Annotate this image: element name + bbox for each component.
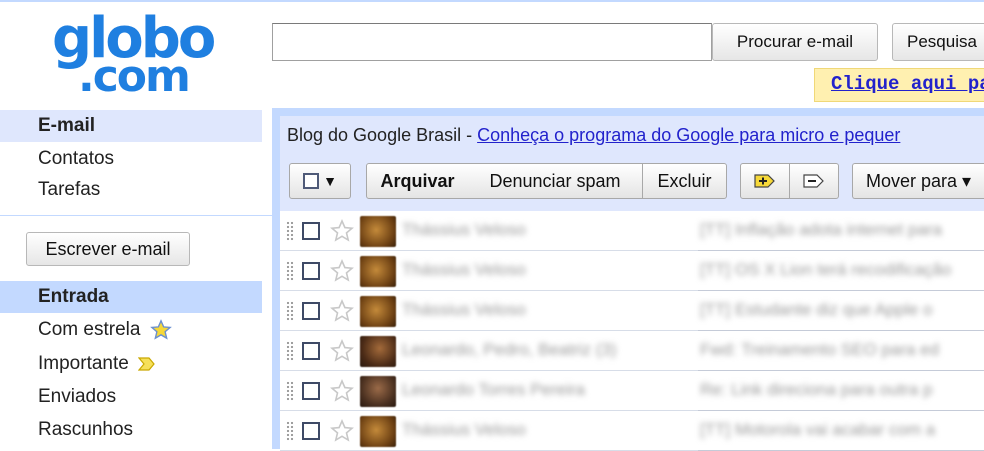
- web-clip-link[interactable]: Conheça o programa do Google para micro …: [477, 125, 900, 145]
- mark-important-icon: [754, 174, 775, 188]
- message-checkbox[interactable]: [302, 382, 320, 400]
- folder-sent[interactable]: Enviados: [0, 381, 262, 413]
- sidebar-divider: [0, 215, 272, 216]
- message-subject: [TT] OS X Lion terá recodificação: [700, 260, 952, 279]
- search-mail-button[interactable]: Procurar e-mail: [712, 23, 878, 61]
- message-sender: Thássius Veloso: [402, 300, 526, 319]
- avatar: [360, 336, 396, 367]
- drag-handle-icon[interactable]: [286, 421, 294, 441]
- star-outline-icon[interactable]: [330, 219, 354, 243]
- report-spam-button[interactable]: Denunciar spam: [468, 163, 643, 199]
- message-sender: Thássius Veloso: [402, 260, 526, 279]
- folder-starred[interactable]: Com estrela: [0, 314, 262, 346]
- important-marker-icon: [138, 357, 155, 371]
- message-checkbox[interactable]: [302, 262, 320, 280]
- avatar: [360, 416, 396, 447]
- message-subject: [TT] Inflação adota internet para: [700, 220, 942, 239]
- folder-important[interactable]: Importante: [0, 348, 262, 380]
- nav-contacts[interactable]: Contatos: [0, 143, 262, 175]
- avatar: [360, 256, 396, 287]
- star-outline-icon[interactable]: [330, 339, 354, 363]
- not-important-icon: [803, 174, 824, 188]
- message-checkbox[interactable]: [302, 422, 320, 440]
- message-row[interactable]: Thássius Veloso [TT] Motorola vai acabar …: [280, 411, 984, 451]
- globo-logo[interactable]: globo .com: [50, 8, 216, 104]
- avatar: [360, 296, 396, 327]
- mark-important-button[interactable]: [740, 163, 790, 199]
- message-row[interactable]: Thássius Veloso [TT] Estudante diz que Ap…: [280, 291, 984, 331]
- message-sender: Leonardo Torres Pereira: [402, 380, 586, 399]
- drag-handle-icon[interactable]: [286, 301, 294, 321]
- message-sender: Thássius Veloso: [402, 220, 526, 239]
- logo-text-com: .com: [78, 51, 191, 102]
- star-outline-icon[interactable]: [330, 379, 354, 403]
- promo-link[interactable]: Clique aqui par: [814, 68, 984, 102]
- message-checkbox[interactable]: [302, 302, 320, 320]
- archive-button[interactable]: Arquivar: [366, 163, 469, 199]
- message-subject: Fwd: Treinamento SEO para ed: [700, 340, 940, 359]
- search-web-button[interactable]: Pesquisa: [892, 23, 984, 61]
- message-row[interactable]: Leonardo Torres Pereira Re: Link direcion…: [280, 371, 984, 411]
- folder-drafts[interactable]: Rascunhos: [0, 414, 262, 446]
- message-subject: Re: Link direciona para outra p: [700, 380, 933, 399]
- folder-inbox[interactable]: Entrada: [0, 281, 262, 313]
- message-subject: [TT] Motorola vai acabar com a: [700, 420, 936, 439]
- star-outline-icon[interactable]: [330, 299, 354, 323]
- nav-tasks[interactable]: Tarefas: [0, 174, 262, 206]
- nav-email[interactable]: E-mail: [0, 110, 262, 142]
- message-row[interactable]: Leonardo, Pedro, Beatriz (3) Fwd: Treinam…: [280, 331, 984, 371]
- message-checkbox[interactable]: [302, 342, 320, 360]
- message-row[interactable]: Thássius Veloso [TT] Inflação adota inter…: [280, 211, 984, 251]
- chevron-down-icon: ▼: [323, 173, 337, 189]
- drag-handle-icon[interactable]: [286, 381, 294, 401]
- drag-handle-icon[interactable]: [286, 261, 294, 281]
- search-input[interactable]: [272, 23, 712, 61]
- drag-handle-icon[interactable]: [286, 221, 294, 241]
- delete-button[interactable]: Excluir: [642, 163, 727, 199]
- top-border: [0, 0, 984, 2]
- compose-button[interactable]: Escrever e-mail: [26, 232, 190, 266]
- mark-not-important-button[interactable]: [789, 163, 839, 199]
- select-all-checkbox[interactable]: [303, 173, 320, 189]
- star-outline-icon[interactable]: [330, 419, 354, 443]
- star-outline-icon[interactable]: [330, 259, 354, 283]
- select-dropdown[interactable]: ▼: [289, 163, 351, 199]
- message-sender: Leonardo, Pedro, Beatriz (3): [402, 340, 617, 359]
- avatar: [360, 216, 396, 247]
- folder-important-label: Importante: [38, 353, 129, 374]
- folder-starred-label: Com estrela: [38, 319, 141, 340]
- web-clip-source: Blog do Google Brasil -: [287, 125, 478, 145]
- drag-handle-icon[interactable]: [286, 341, 294, 361]
- message-checkbox[interactable]: [302, 222, 320, 240]
- move-to-button[interactable]: Mover para ▾: [852, 163, 984, 199]
- web-clip-banner: Blog do Google Brasil - Conheça o progra…: [287, 125, 900, 146]
- star-icon: [149, 319, 172, 340]
- message-row[interactable]: Thássius Veloso [TT] OS X Lion terá recod…: [280, 251, 984, 291]
- avatar: [360, 376, 396, 407]
- message-subject: [TT] Estudante diz que Apple o: [700, 300, 933, 319]
- message-sender: Thássius Veloso: [402, 420, 526, 439]
